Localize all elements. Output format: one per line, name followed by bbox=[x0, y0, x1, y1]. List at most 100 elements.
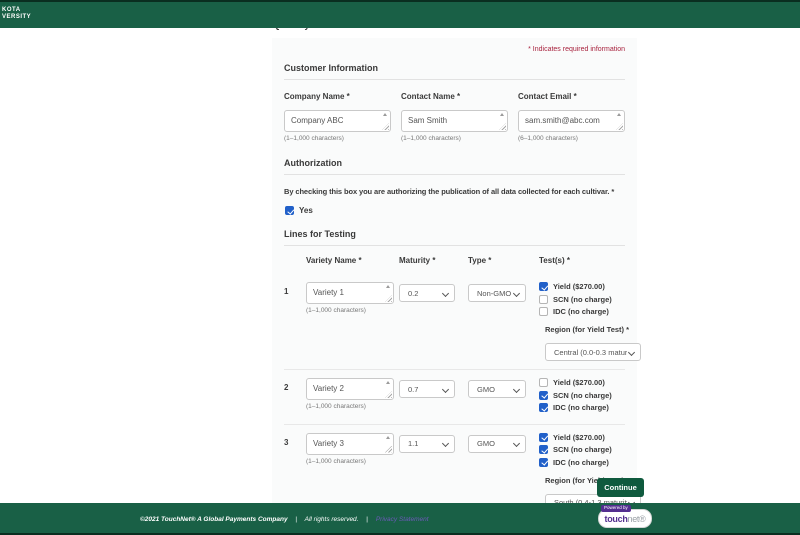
privacy-statement-link[interactable]: Privacy Statement bbox=[376, 516, 429, 523]
col-variety-name: Variety Name * bbox=[306, 256, 399, 265]
customer-fields: Company Name * Company ABC (1–1,000 char… bbox=[284, 92, 625, 142]
yield-checkbox[interactable] bbox=[539, 433, 548, 442]
tests-cell: Yield ($270.00) SCN (no charge) IDC (no … bbox=[531, 433, 641, 512]
variety-3-input[interactable]: Variety 3 bbox=[306, 433, 394, 455]
idc-checkbox[interactable] bbox=[539, 458, 548, 467]
lines-table-header: Variety Name * Maturity * Type * Test(s)… bbox=[284, 256, 625, 274]
variety-cell: Variety 1 (1–1,000 characters) bbox=[306, 282, 399, 361]
field-contact-email: Contact Email * sam.smith@abc.com (6–1,0… bbox=[518, 92, 625, 142]
touchnet-logo: touchnet® bbox=[598, 509, 652, 528]
idc-checkbox[interactable] bbox=[539, 307, 548, 316]
yield-checkbox[interactable] bbox=[539, 378, 548, 387]
idc-checkbox[interactable] bbox=[539, 403, 548, 412]
footer-rights: All rights reserved. bbox=[305, 516, 359, 523]
test-scn-row[interactable]: SCN (no charge) bbox=[539, 445, 641, 454]
variety-3-value: Variety 3 bbox=[313, 439, 344, 448]
variety-2-hint: (1–1,000 characters) bbox=[306, 403, 399, 410]
scn-checkbox[interactable] bbox=[539, 391, 548, 400]
screen: Quantity: KOTA VERSITY * Indicates requi… bbox=[0, 0, 800, 535]
resize-grip-icon[interactable] bbox=[616, 123, 623, 130]
type-value: Non-GMO bbox=[477, 289, 511, 298]
variety-1-input[interactable]: Variety 1 bbox=[306, 282, 394, 304]
footer-copyright: ©2021 TouchNet® A Global Payments Compan… bbox=[140, 516, 288, 523]
type-cell: GMO bbox=[461, 433, 531, 512]
variety-2-input[interactable]: Variety 2 bbox=[306, 378, 394, 400]
test-scn-row[interactable]: SCN (no charge) bbox=[539, 295, 641, 304]
test-yield-row[interactable]: Yield ($270.00) bbox=[539, 378, 625, 387]
footer-text: ©2021 TouchNet® A Global Payments Compan… bbox=[140, 516, 429, 523]
authorization-statement: By checking this box you are authorizing… bbox=[284, 187, 625, 196]
company-name-label: Company Name * bbox=[284, 92, 391, 101]
resize-grip-icon[interactable] bbox=[382, 123, 389, 130]
table-row-1: 1 Variety 1 (1–1,000 characters) 0.2 Non… bbox=[284, 274, 625, 367]
yes-checkbox[interactable] bbox=[285, 206, 294, 215]
table-row-2: 2 Variety 2 (1–1,000 characters) 0.7 GMO bbox=[284, 369, 625, 422]
contact-email-input[interactable]: sam.smith@abc.com bbox=[518, 110, 625, 132]
yield-checkbox[interactable] bbox=[539, 282, 548, 291]
test-idc-row[interactable]: IDC (no charge) bbox=[539, 307, 641, 316]
maturity-value: 0.7 bbox=[408, 385, 418, 394]
type-select[interactable]: Non-GMO bbox=[468, 284, 526, 302]
maturity-cell: 0.2 bbox=[399, 282, 461, 361]
variety-1-hint: (1–1,000 characters) bbox=[306, 307, 399, 314]
scn-label: SCN (no charge) bbox=[553, 391, 612, 400]
maturity-value: 1.1 bbox=[408, 439, 418, 448]
maturity-cell: 0.7 bbox=[399, 378, 461, 416]
scn-checkbox[interactable] bbox=[539, 295, 548, 304]
scn-label: SCN (no charge) bbox=[553, 295, 612, 304]
test-idc-row[interactable]: IDC (no charge) bbox=[539, 458, 641, 467]
footer-separator: | bbox=[295, 516, 297, 523]
test-idc-row[interactable]: IDC (no charge) bbox=[539, 403, 625, 412]
resize-grip-icon[interactable] bbox=[385, 446, 392, 453]
spacer bbox=[284, 256, 306, 265]
yes-label: Yes bbox=[299, 206, 313, 215]
scroll-up-icon[interactable] bbox=[386, 285, 390, 288]
authorization-yes-row[interactable]: Yes bbox=[285, 206, 625, 215]
form-panel: * Indicates required information Custome… bbox=[272, 38, 637, 532]
contact-email-value: sam.smith@abc.com bbox=[525, 116, 600, 125]
maturity-select[interactable]: 1.1 bbox=[399, 435, 455, 453]
scroll-up-icon[interactable] bbox=[617, 113, 621, 116]
contact-name-input[interactable]: Sam Smith bbox=[401, 110, 508, 132]
type-select[interactable]: GMO bbox=[468, 435, 526, 453]
test-scn-row[interactable]: SCN (no charge) bbox=[539, 391, 625, 400]
idc-label: IDC (no charge) bbox=[553, 458, 609, 467]
continue-button[interactable]: Continue bbox=[597, 478, 644, 497]
maturity-cell: 1.1 bbox=[399, 433, 461, 512]
resize-grip-icon[interactable] bbox=[499, 123, 506, 130]
type-select[interactable]: GMO bbox=[468, 380, 526, 398]
contact-name-hint: (1–1,000 characters) bbox=[401, 135, 508, 142]
type-value: GMO bbox=[477, 385, 495, 394]
chevron-down-icon bbox=[513, 385, 520, 392]
col-tests: Test(s) * bbox=[531, 256, 625, 265]
scroll-up-icon[interactable] bbox=[500, 113, 504, 116]
company-name-hint: (1–1,000 characters) bbox=[284, 135, 391, 142]
scroll-up-icon[interactable] bbox=[386, 436, 390, 439]
tests-cell: Yield ($270.00) SCN (no charge) IDC (no … bbox=[531, 282, 641, 361]
maturity-value: 0.2 bbox=[408, 289, 418, 298]
maturity-select[interactable]: 0.2 bbox=[399, 284, 455, 302]
app-header: KOTA VERSITY bbox=[0, 2, 800, 28]
scroll-up-icon[interactable] bbox=[383, 113, 387, 116]
maturity-select[interactable]: 0.7 bbox=[399, 380, 455, 398]
company-name-input[interactable]: Company ABC bbox=[284, 110, 391, 132]
section-customer-information: Customer Information bbox=[284, 63, 625, 80]
logo-line-2: VERSITY bbox=[2, 14, 31, 21]
tests-cell: Yield ($270.00) SCN (no charge) IDC (no … bbox=[531, 378, 625, 416]
field-company-name: Company Name * Company ABC (1–1,000 char… bbox=[284, 92, 391, 142]
resize-grip-icon[interactable] bbox=[385, 391, 392, 398]
resize-grip-icon[interactable] bbox=[385, 295, 392, 302]
col-maturity: Maturity * bbox=[399, 256, 461, 265]
scn-checkbox[interactable] bbox=[539, 445, 548, 454]
scroll-up-icon[interactable] bbox=[386, 381, 390, 384]
section-lines-for-testing: Lines for Testing bbox=[284, 229, 625, 246]
top-border bbox=[0, 0, 800, 2]
app-footer: ©2021 TouchNet® A Global Payments Compan… bbox=[0, 503, 800, 535]
required-note: * Indicates required information bbox=[284, 46, 625, 53]
logo-line-1: KOTA bbox=[2, 7, 31, 14]
variety-3-hint: (1–1,000 characters) bbox=[306, 458, 399, 465]
region-select[interactable]: Central (0.0-0.3 maturity) bbox=[545, 343, 641, 361]
test-yield-row[interactable]: Yield ($270.00) bbox=[539, 433, 641, 442]
test-yield-row[interactable]: Yield ($270.00) bbox=[539, 282, 641, 291]
contact-email-hint: (6–1,000 characters) bbox=[518, 135, 625, 142]
